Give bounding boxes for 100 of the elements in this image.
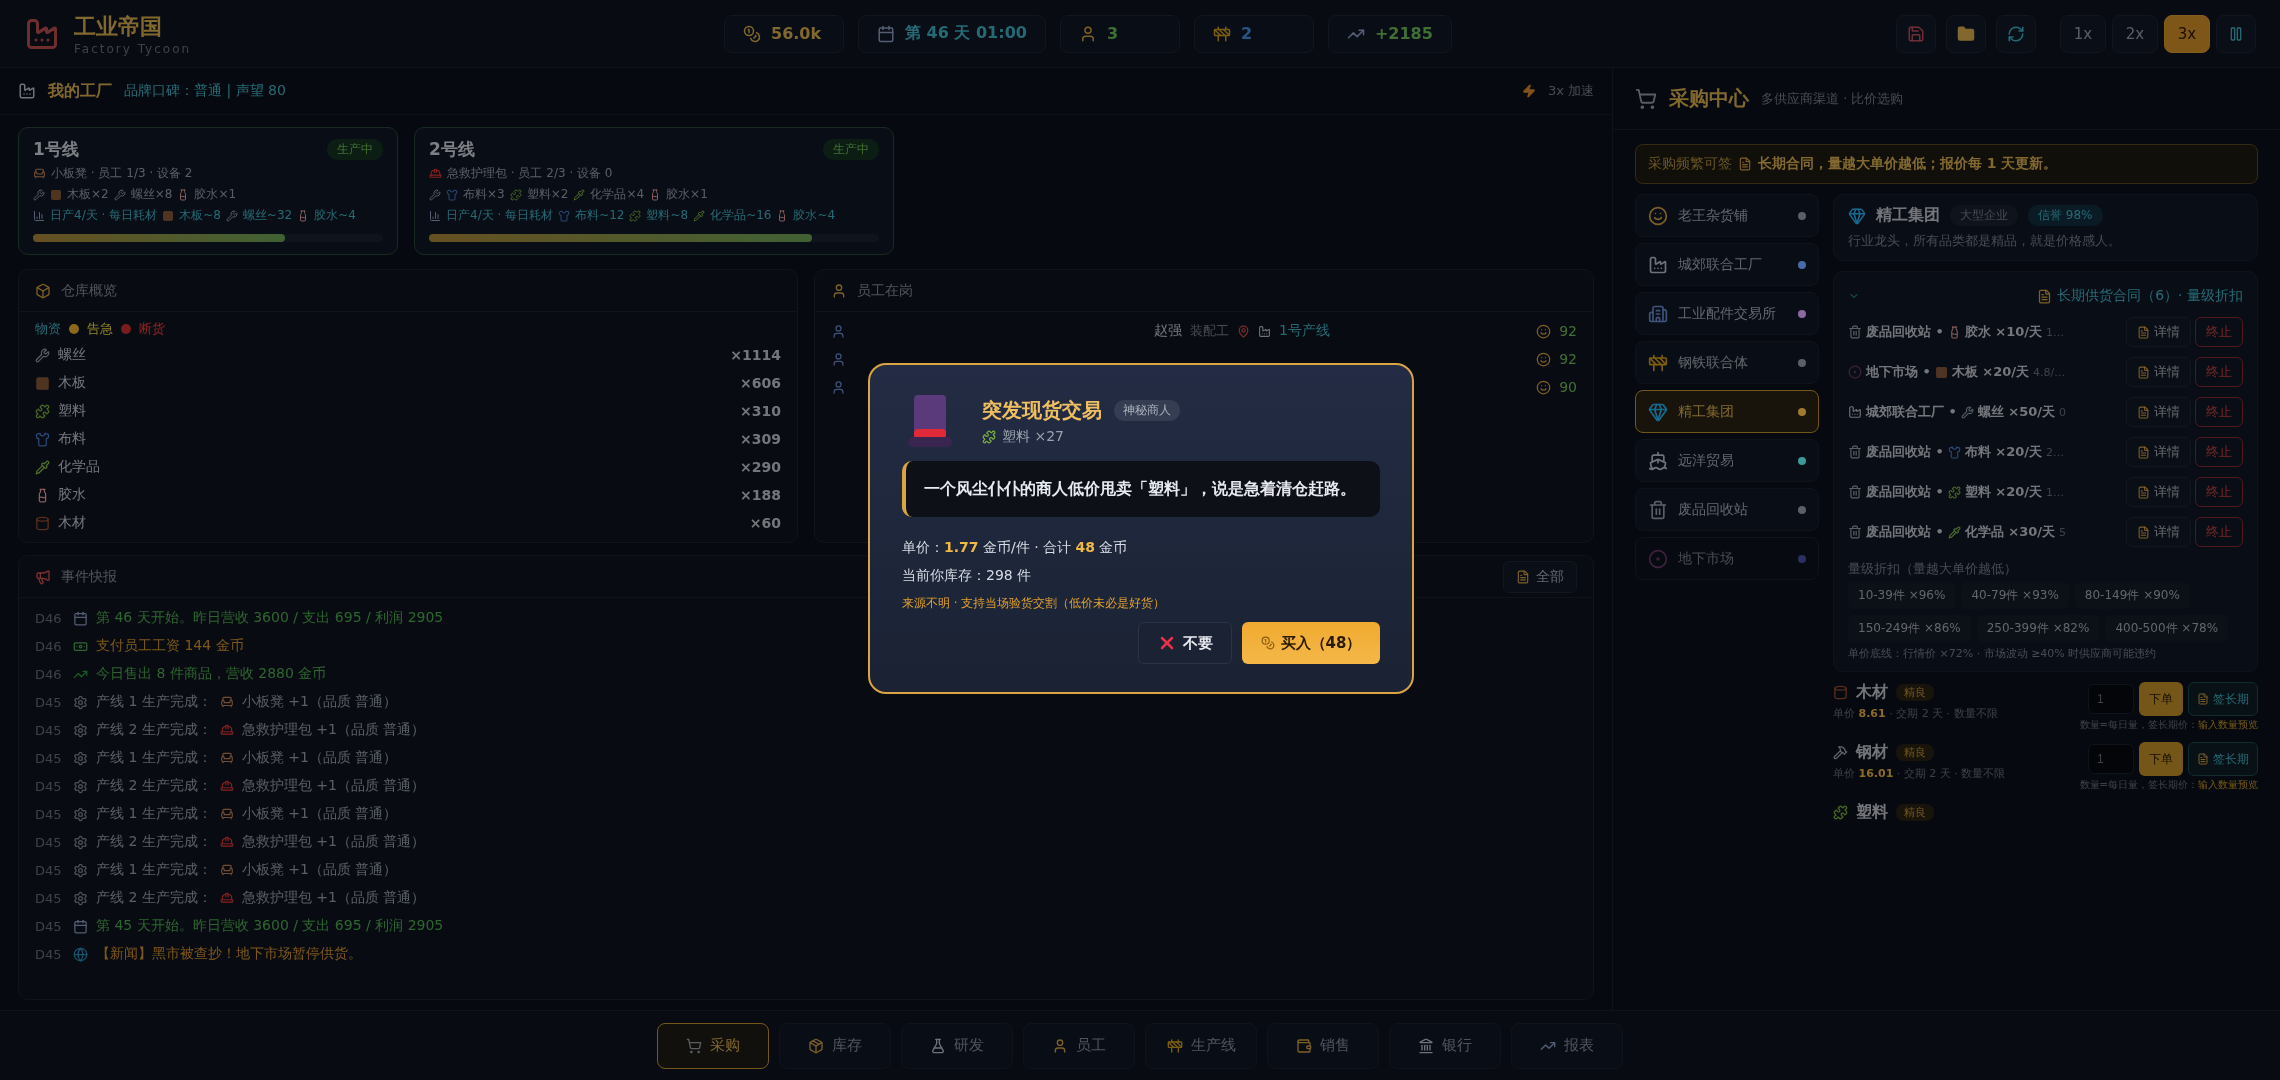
wrench-icon: [429, 188, 441, 201]
supplier-item[interactable]: 精工集团: [1635, 390, 1819, 433]
details-button[interactable]: 详情: [2126, 397, 2191, 427]
event-text: 产线 1 生产完成：: [96, 805, 212, 823]
terminate-button[interactable]: 终止: [2195, 517, 2243, 547]
details-button[interactable]: 详情: [2126, 357, 2191, 387]
pipette-icon: [573, 188, 586, 201]
terminate-button[interactable]: 终止: [2195, 397, 2243, 427]
supplier-item[interactable]: 废品回收站: [1635, 488, 1819, 531]
consumption-item: 胶水~4: [793, 207, 836, 224]
order-button[interactable]: 下单: [2139, 682, 2183, 716]
supplier-item[interactable]: 钢铁联合体: [1635, 341, 1819, 384]
document-icon: [2137, 325, 2150, 339]
square-icon: [162, 209, 175, 222]
production-line-card[interactable]: 2号线 生产中 急救护理包 · 员工 2/3 · 设备 0 布料×3 塑料×2 化学品×4 胶水×1 日产4/天 · 每日耗材 布料~12 塑料~8 化学品~16 胶水~4: [414, 127, 894, 255]
building-icon: [1648, 303, 1668, 324]
circle-icon: [1648, 548, 1668, 569]
square-icon: [1934, 365, 1948, 379]
tiers-title: 量级折扣（量越大单价越低）: [1848, 560, 2018, 578]
details-button[interactable]: 详情: [2126, 477, 2191, 507]
speed-label: 3x 加速: [1547, 82, 1594, 100]
speed-button[interactable]: 2x: [2112, 14, 2158, 53]
preview-link[interactable]: 输入数量预览: [2198, 718, 2258, 732]
refresh-button[interactable]: [1996, 14, 2036, 53]
megaphone-icon: [35, 568, 51, 585]
consumption-item: 塑料~8: [646, 207, 689, 224]
product-name: 塑料: [1856, 802, 1888, 823]
pipette-icon: [693, 209, 706, 222]
nav-tab[interactable]: 员工: [1023, 1022, 1135, 1069]
product-name: 木材: [1856, 682, 1888, 703]
supplier-item[interactable]: 远洋贸易: [1635, 439, 1819, 482]
circle-icon: [1848, 365, 1862, 379]
event-text: 产线 1 生产完成：: [96, 693, 212, 711]
nav-tab[interactable]: 生产线: [1145, 1022, 1257, 1069]
nav-tab[interactable]: 库存: [779, 1022, 891, 1069]
terminate-button[interactable]: 终止: [2195, 357, 2243, 387]
quantity-field[interactable]: 1: [2088, 744, 2134, 774]
shirt-icon: [446, 188, 458, 201]
hard-hat-icon: [219, 835, 234, 849]
speed-button[interactable]: 3x: [2164, 14, 2210, 53]
supplier-name: 远洋贸易: [1678, 451, 1735, 470]
supplier-item[interactable]: 工业配件交易所: [1635, 292, 1819, 335]
contract-button[interactable]: 签长期: [2188, 682, 2258, 716]
filter-button[interactable]: 全部: [1503, 560, 1577, 593]
notice-text: 长期合同，量越大单价越低；报价每 1 天更新。: [1758, 155, 2058, 173]
supplier-name: 老王杂货铺: [1678, 206, 1749, 225]
terminate-button[interactable]: 终止: [2195, 317, 2243, 347]
pause-button[interactable]: [2216, 14, 2256, 53]
supplier-description: 行业龙头，所有品类都是精品，就是价格感人。: [1848, 232, 2122, 250]
decline-button[interactable]: 不要: [1138, 622, 1232, 664]
gear-icon: [73, 862, 88, 878]
hard-hat-icon: [429, 167, 442, 180]
material-name: 木板: [58, 374, 86, 392]
nav-tab[interactable]: 报表: [1511, 1022, 1623, 1069]
contract-material: 胶水 ×10/天: [1964, 323, 2043, 341]
terminate-button[interactable]: 终止: [2195, 477, 2243, 507]
cart-icon: [1635, 87, 1657, 110]
panel-title: 仓库概览: [61, 281, 117, 300]
save-button[interactable]: [1896, 14, 1936, 53]
quantity-field[interactable]: 1: [2088, 684, 2134, 714]
gear-icon: [73, 806, 88, 822]
folder-button[interactable]: [1946, 14, 1986, 53]
bar-chart-icon: [429, 209, 441, 222]
supplier-item[interactable]: 老王杂货铺: [1635, 194, 1819, 237]
preview-link[interactable]: 输入数量预览: [2198, 778, 2258, 792]
nav-tab[interactable]: 研发: [901, 1022, 1013, 1069]
shirt-icon: [1947, 445, 1961, 459]
details-button[interactable]: 详情: [2126, 437, 2191, 467]
speed-button[interactable]: 1x: [2060, 14, 2106, 53]
event-text: 产线 1 生产完成：: [96, 749, 212, 767]
app-title: 工业帝国: [74, 12, 163, 41]
box-icon: [35, 282, 51, 299]
consumption-item: 木板~8: [179, 207, 221, 224]
contract-supplier: 地下市场 •: [1866, 363, 1931, 381]
details-button[interactable]: 详情: [2126, 517, 2191, 547]
daily-output: 日产4/天 · 每日耗材: [446, 207, 554, 224]
terminate-button[interactable]: 终止: [2195, 437, 2243, 467]
shirt-icon: [558, 209, 571, 222]
order-button[interactable]: 下单: [2139, 742, 2183, 776]
employee-name: 赵强: [1154, 322, 1182, 340]
gear-icon: [73, 750, 88, 766]
cart-icon: [686, 1037, 702, 1054]
details-button[interactable]: 详情: [2126, 317, 2191, 347]
stat-chip: 2: [1193, 14, 1314, 53]
event-item: 小板凳 +1（品质 普通）: [241, 749, 398, 767]
material-count: ×188: [740, 487, 781, 503]
event-day: D46: [35, 638, 65, 654]
supplier-item[interactable]: 城郊联合工厂: [1635, 243, 1819, 286]
person-icon: [1052, 1037, 1068, 1054]
event-day: D45: [35, 862, 65, 878]
bar-chart-icon: [33, 209, 45, 222]
nav-tab[interactable]: 银行: [1389, 1022, 1501, 1069]
gear-icon: [73, 890, 88, 906]
production-line-card[interactable]: 1号线 生产中 小板凳 · 员工 1/3 · 设备 2 木板×2 螺丝×8 胶水×1 日产4/天 · 每日耗材 木板~8 螺丝~32 胶水~4: [18, 127, 398, 255]
face-icon: [1648, 205, 1668, 226]
nav-tab[interactable]: 采购: [657, 1022, 769, 1069]
nav-tab[interactable]: 销售: [1267, 1022, 1379, 1069]
gear-icon: [73, 834, 88, 850]
contract-button[interactable]: 签长期: [2188, 742, 2258, 776]
buy-button[interactable]: 买入（48）: [1242, 622, 1380, 664]
